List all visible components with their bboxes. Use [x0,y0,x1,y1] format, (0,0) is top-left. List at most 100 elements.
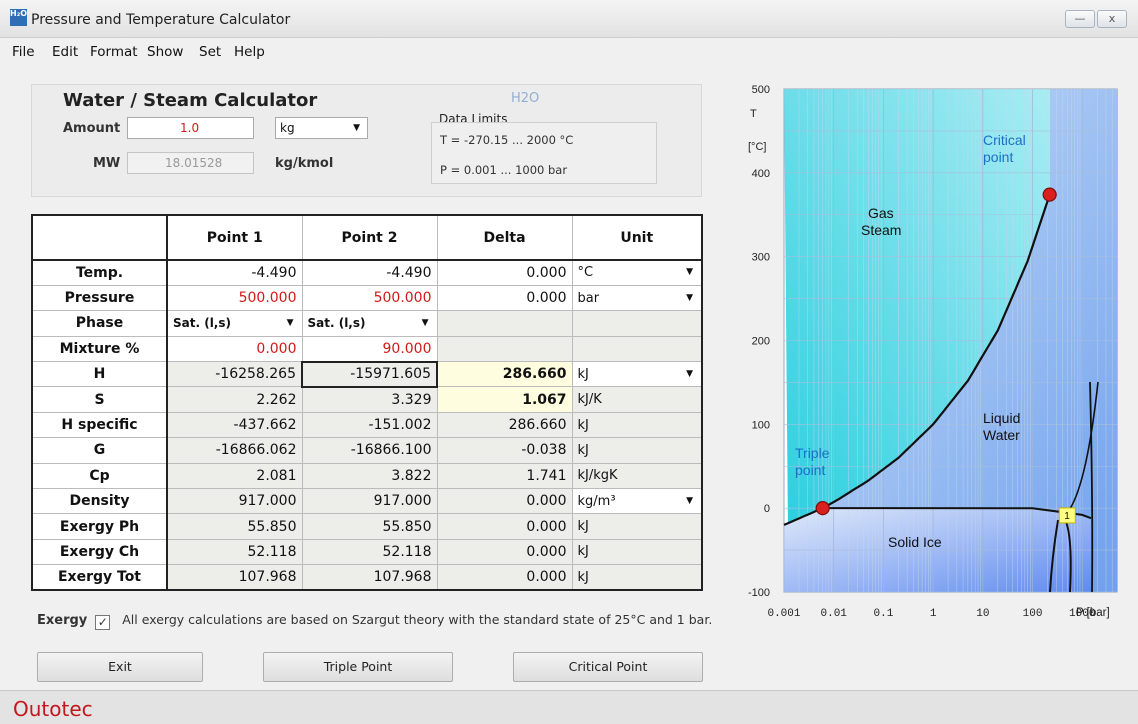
status-bar: Outotec [0,690,1138,724]
x-tick-label: 0.1 [874,608,894,620]
pressure-unit-select[interactable]: bar ▼ [571,284,703,312]
triple-point-marker [815,501,830,516]
enthalpy-unit-value: kJ [577,366,589,382]
mixture-unit [571,335,703,363]
ice-label: Solid Ice [888,534,942,550]
cp-delta: 1.741 [436,462,573,490]
mw-unit: kg/kmol [275,156,334,171]
row-label: H specific [31,411,168,439]
exergy-checkbox[interactable]: ✓ [95,615,111,630]
mw-label: MW [93,156,121,171]
header-point-1: Point 1 [166,214,303,261]
menu-set[interactable]: Set [199,44,221,60]
entropy-delta: 1.067 [436,386,573,413]
exergy-ph-unit: kJ [571,513,703,540]
exergy-tot-delta: 0.000 [436,564,573,591]
pressure-point2-input[interactable]: 500.000 [301,284,438,312]
temp-unit-value: °C [577,265,594,281]
amount-label: Amount [63,121,121,136]
phase-point1-select[interactable]: Sat. (l,s) ▼ [166,310,303,337]
row-label: Temp. [31,259,168,286]
y-tick-label: 0 [764,503,770,515]
density-delta: 0.000 [436,488,573,515]
phase-point2-select[interactable]: Sat. (l,s) ▼ [301,310,438,337]
amount-input[interactable]: 1.0 [127,117,254,139]
pressure-unit-value: bar [577,290,600,306]
pressure-point1-input[interactable]: 500.000 [166,284,303,312]
mixture-delta [436,335,573,363]
pressure-delta: 0.000 [436,284,573,312]
exergy-ph-point2: 55.850 [301,513,438,540]
entropy-point2: 3.329 [301,386,438,413]
title-bar: H₂O Pressure and Temperature Calculator … [0,0,1138,38]
y-axis-label-line2: [°C] [748,141,766,153]
temp-unit-select[interactable]: °C ▼ [571,259,703,286]
h-specific-unit: kJ [571,411,703,439]
x-tick-label: 100 [1023,608,1043,620]
critical-point-label-line2: point [983,149,1013,165]
menu-help[interactable]: Help [234,44,265,60]
critical-point-button[interactable]: Critical Point [513,652,703,682]
mw-field: 18.01528 [127,152,254,174]
gibbs-delta: -0.038 [436,437,573,464]
exergy-ph-delta: 0.000 [436,513,573,540]
entropy-point1: 2.262 [166,386,303,413]
temp-delta: 0.000 [436,259,573,286]
x-tick-label: 1 [930,608,937,620]
menu-file[interactable]: File [12,44,35,60]
row-label: Cp [31,462,168,490]
menu-format[interactable]: Format [90,44,138,60]
chevron-down-icon: ▼ [686,495,693,506]
minimize-button[interactable]: — [1065,10,1095,28]
x-tick-label: 0.001 [767,608,800,620]
table-row: Pressure 500.000 500.000 0.000 bar ▼ [31,284,703,312]
table-row: Exergy Ph 55.850 55.850 0.000 kJ [31,513,703,540]
enthalpy-point2-selected-cell[interactable]: -15971.605 [301,360,438,388]
chevron-down-icon: ▼ [286,318,294,329]
density-point1: 917.000 [166,488,303,515]
cp-point2: 3.822 [301,462,438,490]
row-label: H [31,361,168,388]
gibbs-unit: kJ [571,437,703,464]
cp-point1: 2.081 [166,462,303,490]
exergy-ch-unit: kJ [571,538,703,566]
enthalpy-point1: -16258.265 [166,361,303,388]
liquid-label-line2: Water [983,427,1020,443]
phase-diagram-chart: 0.001 0.01 0.1 1 10 100 10005004003002001000-1… [748,84,1118,620]
gas-label-line2: Steam [861,222,901,238]
triple-point-button[interactable]: Triple Point [263,652,453,682]
amount-unit-value: kg [280,121,295,135]
amount-unit-select[interactable]: kg ▼ [275,117,368,139]
mixture-point2-input[interactable]: 90.000 [301,335,438,363]
menu-edit[interactable]: Edit [52,44,78,60]
mixture-point1-input[interactable]: 0.000 [166,335,303,363]
y-tick-label: 100 [752,419,770,431]
temp-point2-input[interactable]: -4.490 [301,259,438,286]
exergy-tot-unit: kJ [571,564,703,591]
table-row: Mixture % 0.000 90.000 [31,335,703,363]
row-label: Pressure [31,284,168,312]
exit-button[interactable]: Exit [37,652,203,682]
critical-point-label-line1: Critical [983,132,1026,148]
temp-point1-input[interactable]: -4.490 [166,259,303,286]
enthalpy-unit-select[interactable]: kJ ▼ [571,361,703,388]
row-label: G [31,437,168,464]
close-button[interactable]: x [1097,10,1127,28]
header-corner [31,214,168,261]
row-label: Mixture % [31,335,168,363]
data-limits-box: T = -270.15 ... 2000 °C P = 0.001 ... 10… [431,122,657,184]
phase-unit [571,310,703,337]
exergy-label: Exergy [37,613,88,628]
chevron-down-icon: ▼ [353,123,360,133]
phase-delta [436,310,573,337]
table-row: H -16258.265 -15971.605 286.660 kJ ▼ [31,360,703,388]
gas-label-line1: Gas [868,205,894,221]
exergy-ph-point1: 55.850 [166,513,303,540]
y-tick-label: 300 [752,252,770,264]
triple-point-label-line1: Triple [795,445,830,461]
gibbs-point1: -16866.062 [166,437,303,464]
density-unit-select[interactable]: kg/m³ ▼ [571,488,703,515]
menu-show[interactable]: Show [147,44,183,60]
density-unit-value: kg/m³ [577,493,616,509]
exergy-note: All exergy calculations are based on Sza… [122,612,713,627]
